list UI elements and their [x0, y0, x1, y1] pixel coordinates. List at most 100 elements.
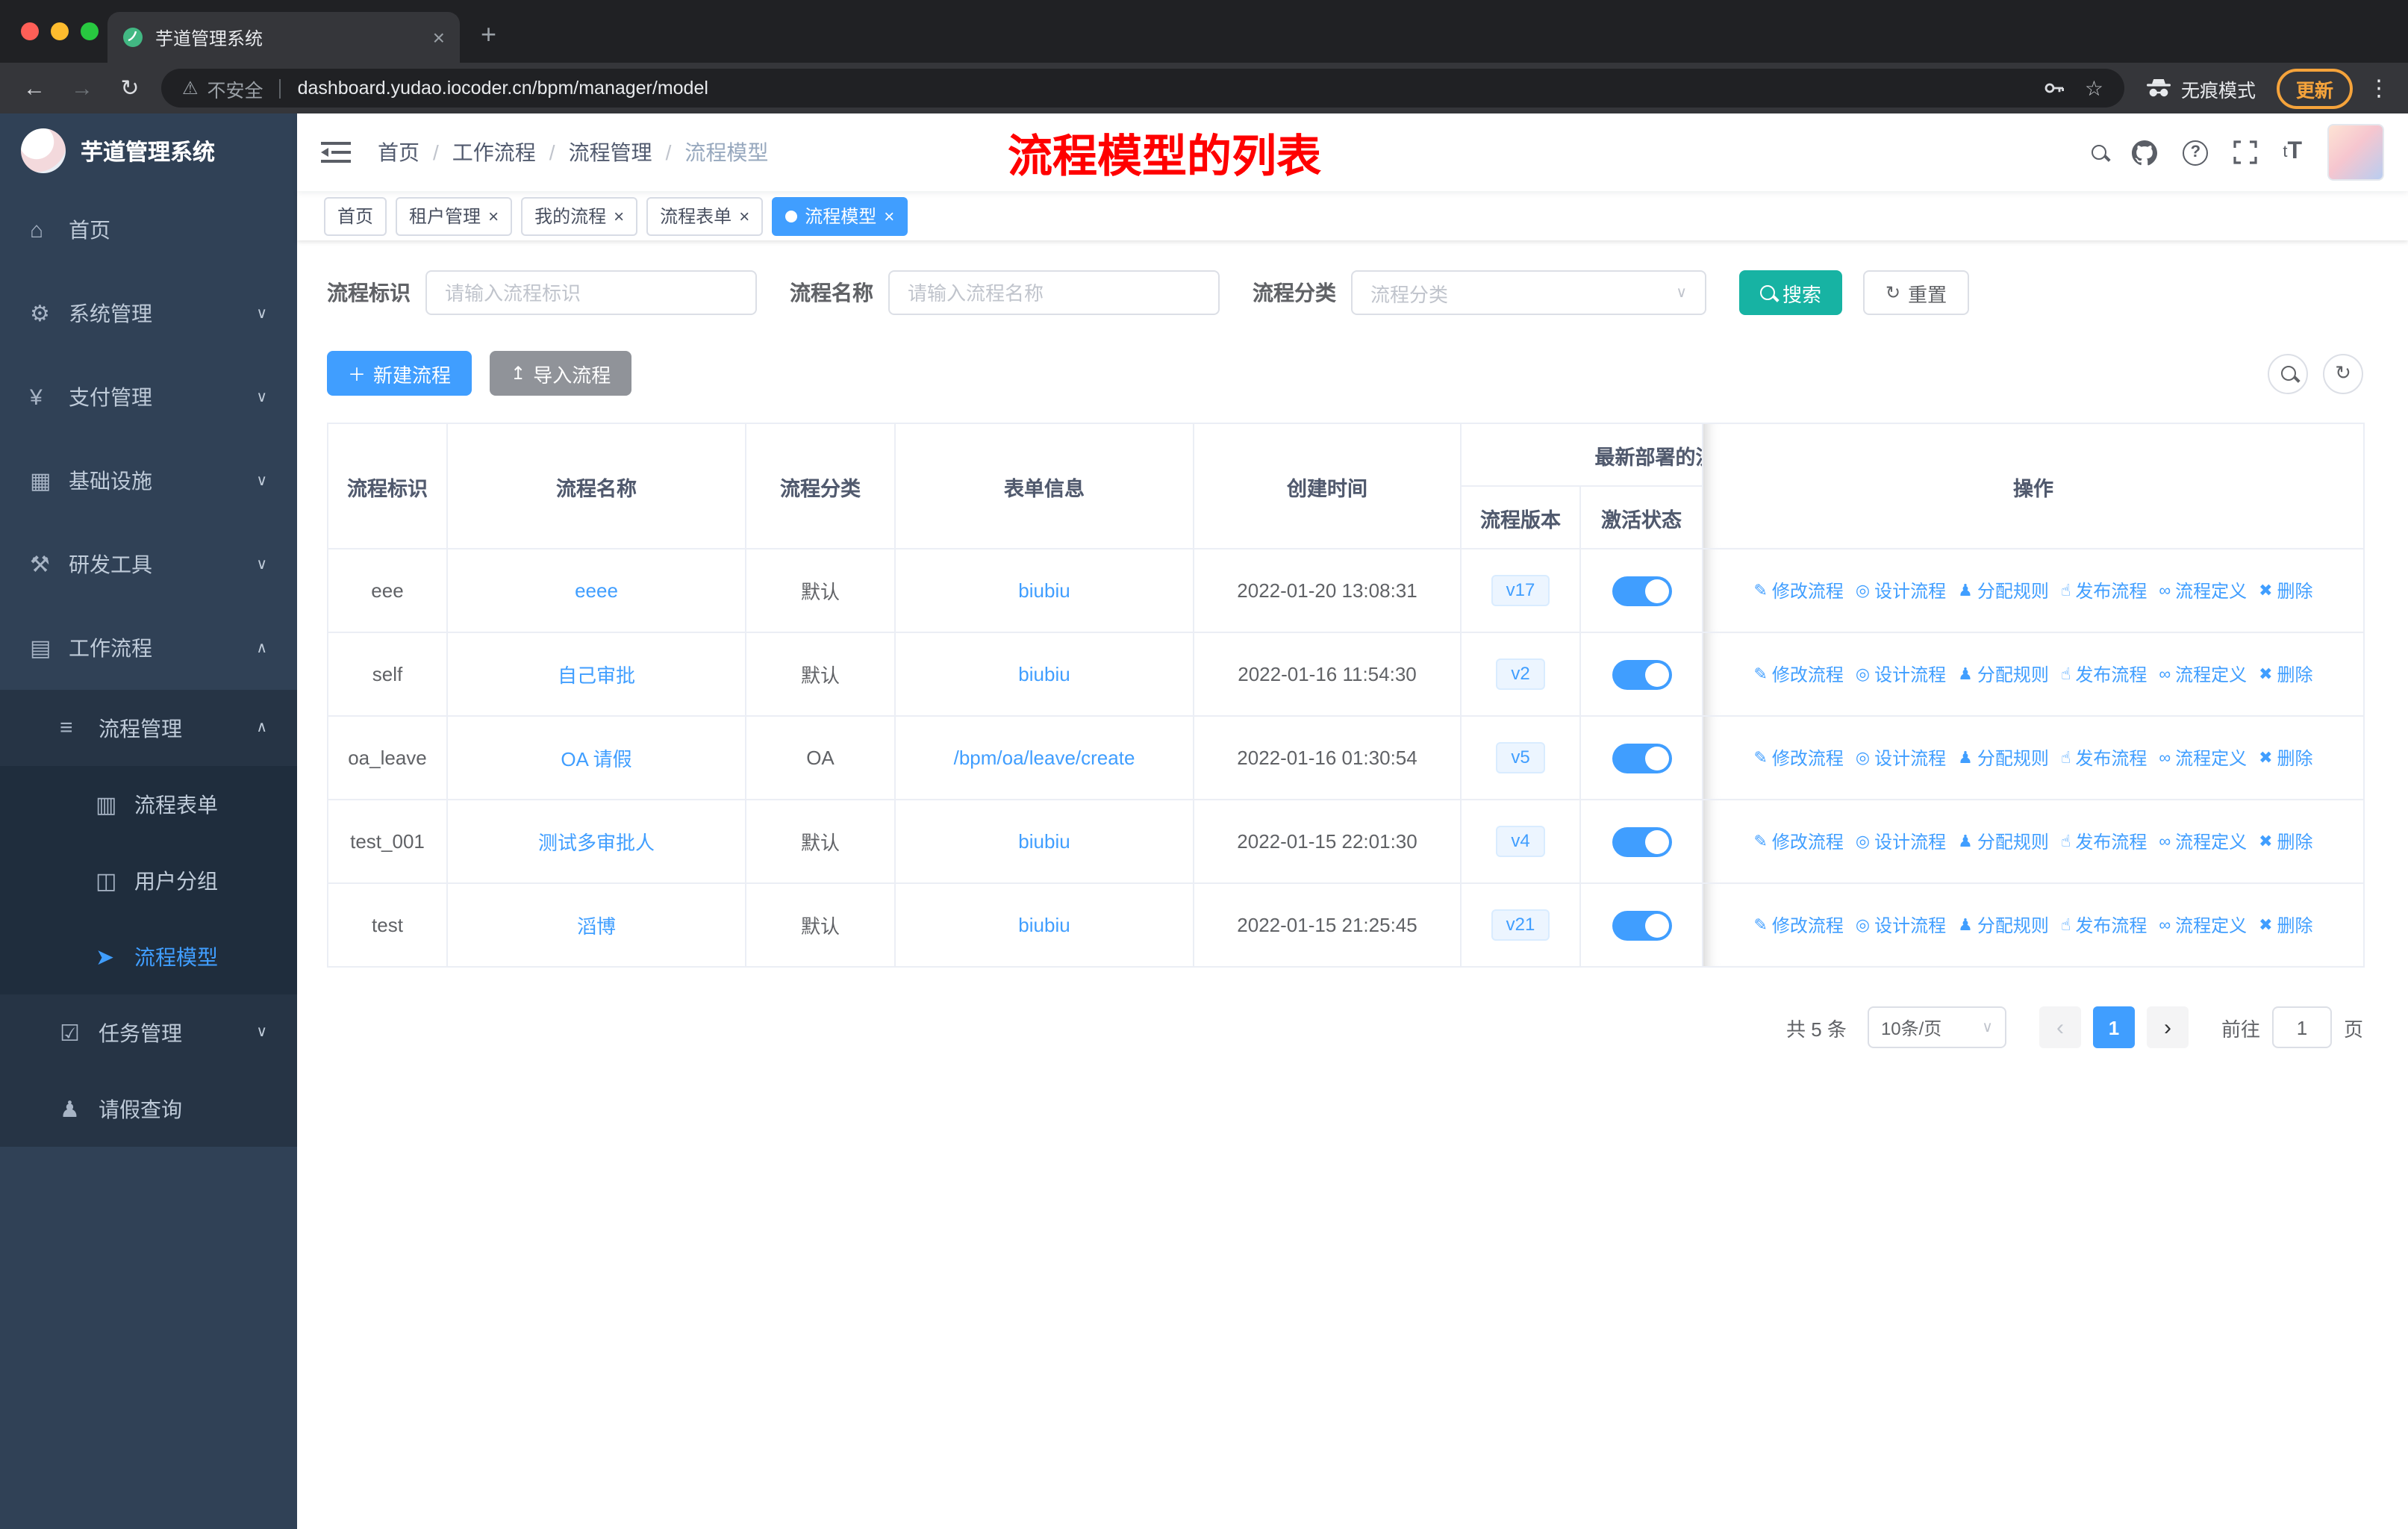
current-page-button[interactable]: 1 — [2092, 1006, 2135, 1048]
action-edit[interactable]: ✎ 修改流程 — [1753, 912, 1843, 938]
action-delete[interactable]: ✖ 删除 — [2259, 745, 2312, 770]
search-button[interactable]: 搜索 — [1739, 270, 1843, 315]
active-toggle[interactable] — [1612, 826, 1671, 856]
goto-page-input[interactable] — [2271, 1006, 2332, 1048]
action-publish[interactable]: ☝ 发布流程 — [2061, 745, 2147, 770]
user-avatar[interactable] — [2327, 124, 2384, 181]
import-process-button[interactable]: ↥ 导入流程 — [490, 351, 632, 396]
action-design[interactable]: ◎ 设计流程 — [1856, 661, 1946, 687]
action-delete[interactable]: ✖ 删除 — [2259, 661, 2312, 687]
bookmark-star-icon[interactable]: ☆ — [2085, 75, 2103, 101]
filter-name-input[interactable] — [888, 270, 1220, 315]
filter-key-input[interactable] — [425, 270, 757, 315]
tag-0[interactable]: 首页 — [324, 196, 387, 235]
filter-category-select[interactable]: 流程分类 ∨ — [1351, 270, 1706, 315]
sidebar-item-3[interactable]: ▦ 基础设施 ∨ — [0, 439, 297, 523]
action-delete[interactable]: ✖ 删除 — [2259, 912, 2312, 938]
window-minimize-button[interactable] — [51, 22, 69, 40]
action-definition[interactable]: ∞ 流程定义 — [2159, 661, 2247, 687]
new-tab-button[interactable]: + — [481, 19, 496, 51]
cell-form-link[interactable]: /bpm/oa/leave/create — [894, 715, 1194, 800]
action-edit[interactable]: ✎ 修改流程 — [1753, 745, 1843, 770]
sidebar-item-10[interactable]: ☑ 任务管理 ∨ — [0, 994, 297, 1071]
action-assign-rule[interactable]: ♟ 分配规则 — [1958, 661, 2049, 687]
cell-name-link[interactable]: eeee — [446, 548, 746, 633]
action-assign-rule[interactable]: ♟ 分配规则 — [1958, 912, 2049, 938]
reset-button[interactable]: ↻ 重置 — [1863, 270, 1970, 315]
action-definition[interactable]: ∞ 流程定义 — [2159, 912, 2247, 938]
tab-close-icon[interactable]: × — [433, 25, 445, 49]
sidebar-item-5[interactable]: ▤ 工作流程 ∧ — [0, 606, 297, 690]
breadcrumb-workflow[interactable]: 工作流程 — [452, 137, 536, 167]
page-size-select[interactable]: 10条/页 ∨ — [1867, 1006, 2006, 1048]
github-icon[interactable] — [2132, 140, 2158, 165]
action-assign-rule[interactable]: ♟ 分配规则 — [1958, 829, 2049, 854]
action-design[interactable]: ◎ 设计流程 — [1856, 829, 1946, 854]
reload-icon[interactable]: ↻ — [113, 75, 146, 102]
prev-page-button[interactable]: ‹ — [2039, 1006, 2081, 1048]
cell-name-link[interactable]: OA 请假 — [446, 715, 746, 800]
search-icon[interactable] — [2092, 145, 2107, 160]
action-publish[interactable]: ☝ 发布流程 — [2061, 661, 2147, 687]
cell-form-link[interactable]: biubiu — [894, 799, 1194, 884]
action-definition[interactable]: ∞ 流程定义 — [2159, 745, 2247, 770]
browser-update-button[interactable]: 更新 — [2276, 68, 2353, 108]
sidebar-item-7[interactable]: ▥ 流程表单 — [0, 766, 297, 842]
cell-name-link[interactable]: 滔博 — [446, 882, 746, 968]
action-design[interactable]: ◎ 设计流程 — [1856, 578, 1946, 603]
action-edit[interactable]: ✎ 修改流程 — [1753, 578, 1843, 603]
cell-name-link[interactable]: 自己审批 — [446, 632, 746, 717]
sidebar-item-8[interactable]: ◫ 用户分组 — [0, 842, 297, 918]
tag-3[interactable]: 流程表单 × — [646, 196, 764, 235]
active-toggle[interactable] — [1612, 910, 1671, 940]
action-edit[interactable]: ✎ 修改流程 — [1753, 661, 1843, 687]
action-delete[interactable]: ✖ 删除 — [2259, 578, 2312, 603]
toggle-search-button[interactable] — [2268, 353, 2308, 393]
sidebar-item-6[interactable]: ≡ 流程管理 ∧ — [0, 690, 297, 766]
browser-tab[interactable]: 芋道管理系统 × — [107, 12, 460, 63]
sidebar-item-11[interactable]: ♟ 请假查询 — [0, 1071, 297, 1147]
cell-form-link[interactable]: biubiu — [894, 632, 1194, 717]
fullscreen-icon[interactable] — [2233, 140, 2257, 164]
address-bar[interactable]: ⚠ 不安全 dashboard.yudao.iocoder.cn/bpm/man… — [161, 69, 2124, 108]
cell-name-link[interactable]: 测试多审批人 — [446, 799, 746, 884]
collapse-sidebar-icon[interactable] — [321, 140, 351, 164]
next-page-button[interactable]: › — [2146, 1006, 2189, 1048]
action-definition[interactable]: ∞ 流程定义 — [2159, 829, 2247, 854]
active-toggle[interactable] — [1612, 576, 1671, 605]
action-publish[interactable]: ☝ 发布流程 — [2061, 578, 2147, 603]
create-process-button[interactable]: ＋ 新建流程 — [327, 351, 472, 396]
sidebar-item-0[interactable]: ⌂ 首页 — [0, 188, 297, 272]
action-design[interactable]: ◎ 设计流程 — [1856, 745, 1946, 770]
window-close-button[interactable] — [21, 22, 39, 40]
back-icon[interactable]: ← — [18, 75, 51, 101]
action-assign-rule[interactable]: ♟ 分配规则 — [1958, 745, 2049, 770]
action-publish[interactable]: ☝ 发布流程 — [2061, 912, 2147, 938]
sidebar-item-1[interactable]: ⚙ 系统管理 ∨ — [0, 272, 297, 355]
cell-form-link[interactable]: biubiu — [894, 882, 1194, 968]
breadcrumb-process-manage[interactable]: 流程管理 — [569, 137, 652, 167]
close-icon[interactable]: × — [614, 205, 624, 226]
browser-menu-icon[interactable]: ⋮ — [2368, 75, 2390, 102]
password-key-icon[interactable] — [2043, 76, 2067, 100]
font-size-icon[interactable]: tT — [2283, 139, 2302, 166]
close-icon[interactable]: × — [739, 205, 749, 226]
refresh-table-button[interactable]: ↻ — [2323, 353, 2363, 393]
active-toggle[interactable] — [1612, 743, 1671, 773]
window-zoom-button[interactable] — [81, 22, 99, 40]
action-publish[interactable]: ☝ 发布流程 — [2061, 829, 2147, 854]
sidebar-item-9[interactable]: ➤ 流程模型 — [0, 918, 297, 994]
close-icon[interactable]: × — [884, 205, 894, 226]
cell-form-link[interactable]: biubiu — [894, 548, 1194, 633]
sidebar-item-2[interactable]: ¥ 支付管理 ∨ — [0, 355, 297, 439]
tag-4[interactable]: 流程模型 × — [772, 196, 908, 235]
tag-2[interactable]: 我的流程 × — [521, 196, 638, 235]
action-definition[interactable]: ∞ 流程定义 — [2159, 578, 2247, 603]
breadcrumb-home[interactable]: 首页 — [378, 137, 419, 167]
action-design[interactable]: ◎ 设计流程 — [1856, 912, 1946, 938]
active-toggle[interactable] — [1612, 659, 1671, 689]
action-delete[interactable]: ✖ 删除 — [2259, 829, 2312, 854]
help-icon[interactable]: ? — [2183, 140, 2209, 165]
sidebar-item-4[interactable]: ⚒ 研发工具 ∨ — [0, 523, 297, 606]
tag-1[interactable]: 租户管理 × — [396, 196, 513, 235]
